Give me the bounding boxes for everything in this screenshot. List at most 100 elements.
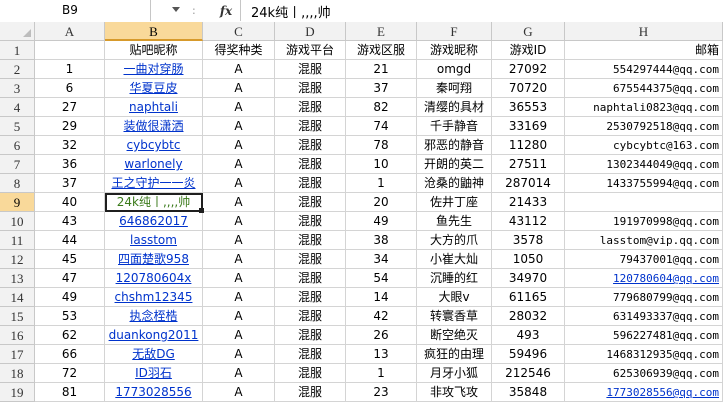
row-header-11[interactable]: 11 [0, 231, 35, 250]
column-header-a[interactable]: A [35, 22, 105, 41]
column-header-b[interactable]: B [105, 22, 203, 41]
cell-a17[interactable]: 66 [35, 345, 105, 364]
column-header-g[interactable]: G [492, 22, 565, 41]
cell-g16[interactable]: 493 [492, 326, 565, 345]
select-all-corner[interactable] [0, 22, 35, 41]
cell-h16[interactable]: 596227481@qq.com [565, 326, 723, 345]
cell-h13[interactable]: 120780604@qq.com [565, 269, 723, 288]
cell-b16[interactable]: duankong2011 [105, 326, 203, 345]
cell-c18[interactable]: A [203, 364, 275, 383]
cell-f18[interactable]: 月牙小狐 [417, 364, 492, 383]
row-header-15[interactable]: 15 [0, 307, 35, 326]
cell-d10[interactable]: 混服 [275, 212, 346, 231]
cell-g3[interactable]: 70720 [492, 79, 565, 98]
cell-h14[interactable]: 779680799@qq.com [565, 288, 723, 307]
cell-b4[interactable]: naphtali [105, 98, 203, 117]
row-header-8[interactable]: 8 [0, 174, 35, 193]
cell-f1[interactable]: 游戏昵称 [417, 41, 492, 60]
cell-c5[interactable]: A [203, 117, 275, 136]
cell-b5[interactable]: 装做很潇洒 [105, 117, 203, 136]
cell-c8[interactable]: A [203, 174, 275, 193]
cell-f19[interactable]: 非攻飞攻 [417, 383, 492, 402]
cell-b10[interactable]: 646862017 [105, 212, 203, 231]
row-header-7[interactable]: 7 [0, 155, 35, 174]
cell-c2[interactable]: A [203, 60, 275, 79]
cell-f16[interactable]: 断空绝灭 [417, 326, 492, 345]
cell-b8[interactable]: 王之守护一一炎 [105, 174, 203, 193]
fx-icon[interactable]: fx [214, 1, 238, 21]
cell-h11[interactable]: lasstom@vip.qq.com [565, 231, 723, 250]
cell-e19[interactable]: 23 [346, 383, 417, 402]
row-header-9[interactable]: 9 [0, 193, 35, 212]
cell-a18[interactable]: 72 [35, 364, 105, 383]
cell-g7[interactable]: 27511 [492, 155, 565, 174]
cell-c15[interactable]: A [203, 307, 275, 326]
cell-a12[interactable]: 45 [35, 250, 105, 269]
cell-g15[interactable]: 28032 [492, 307, 565, 326]
cell-d7[interactable]: 混服 [275, 155, 346, 174]
cell-e14[interactable]: 14 [346, 288, 417, 307]
cell-f10[interactable]: 鱼先生 [417, 212, 492, 231]
cell-h12[interactable]: 79437001@qq.com [565, 250, 723, 269]
cell-d15[interactable]: 混服 [275, 307, 346, 326]
cell-a19[interactable]: 81 [35, 383, 105, 402]
row-header-4[interactable]: 4 [0, 98, 35, 117]
cell-a14[interactable]: 49 [35, 288, 105, 307]
column-header-h[interactable]: H [565, 22, 723, 41]
cell-b6[interactable]: cybcybtc [105, 136, 203, 155]
cell-h6[interactable]: cybcybtc@163.com [565, 136, 723, 155]
cell-e9[interactable]: 20 [346, 193, 417, 212]
cell-f14[interactable]: 大眼v [417, 288, 492, 307]
cell-c3[interactable]: A [203, 79, 275, 98]
column-header-e[interactable]: E [346, 22, 417, 41]
cell-f12[interactable]: 小崔大灿 [417, 250, 492, 269]
cell-e2[interactable]: 21 [346, 60, 417, 79]
cell-a2[interactable]: 1 [35, 60, 105, 79]
cell-e4[interactable]: 82 [346, 98, 417, 117]
cell-a6[interactable]: 32 [35, 136, 105, 155]
cell-b19[interactable]: 1773028556 [105, 383, 203, 402]
cell-d3[interactable]: 混服 [275, 79, 346, 98]
cell-g13[interactable]: 34970 [492, 269, 565, 288]
cell-e16[interactable]: 26 [346, 326, 417, 345]
cell-g14[interactable]: 61165 [492, 288, 565, 307]
row-header-2[interactable]: 2 [0, 60, 35, 79]
chevron-down-icon[interactable] [172, 7, 180, 12]
cell-a15[interactable]: 53 [35, 307, 105, 326]
cell-d14[interactable]: 混服 [275, 288, 346, 307]
row-header-18[interactable]: 18 [0, 364, 35, 383]
cell-b3[interactable]: 华夏豆皮 [105, 79, 203, 98]
column-header-d[interactable]: D [275, 22, 346, 41]
cell-d2[interactable]: 混服 [275, 60, 346, 79]
cell-d16[interactable]: 混服 [275, 326, 346, 345]
formula-input[interactable]: 24k纯丨,,,,帅 [240, 0, 723, 21]
cell-h2[interactable]: 554297444@qq.com [565, 60, 723, 79]
cell-b15[interactable]: 执念桎梏 [105, 307, 203, 326]
cell-b13[interactable]: 120780604x [105, 269, 203, 288]
cell-e11[interactable]: 38 [346, 231, 417, 250]
cell-e6[interactable]: 78 [346, 136, 417, 155]
cell-c13[interactable]: A [203, 269, 275, 288]
cell-c1[interactable]: 得奖种类 [203, 41, 275, 60]
cell-a5[interactable]: 29 [35, 117, 105, 136]
cell-b1[interactable]: 贴吧昵称 [105, 41, 203, 60]
row-header-12[interactable]: 12 [0, 250, 35, 269]
cell-f13[interactable]: 沉睡的红 [417, 269, 492, 288]
cell-b18[interactable]: ID羽石 [105, 364, 203, 383]
select-all-triangle-icon[interactable] [23, 29, 31, 37]
row-header-17[interactable]: 17 [0, 345, 35, 364]
cell-e3[interactable]: 37 [346, 79, 417, 98]
cell-g12[interactable]: 1050 [492, 250, 565, 269]
fill-handle[interactable] [199, 208, 204, 213]
cell-h3[interactable]: 675544375@qq.com [565, 79, 723, 98]
cell-a8[interactable]: 37 [35, 174, 105, 193]
row-header-13[interactable]: 13 [0, 269, 35, 288]
cell-f3[interactable]: 秦呵翔 [417, 79, 492, 98]
cell-a1[interactable] [35, 41, 105, 60]
cell-a10[interactable]: 43 [35, 212, 105, 231]
row-header-16[interactable]: 16 [0, 326, 35, 345]
cell-b2[interactable]: 一曲对穿肠 [105, 60, 203, 79]
row-header-19[interactable]: 19 [0, 383, 35, 402]
row-header-10[interactable]: 10 [0, 212, 35, 231]
name-box[interactable]: B9 [0, 0, 180, 21]
